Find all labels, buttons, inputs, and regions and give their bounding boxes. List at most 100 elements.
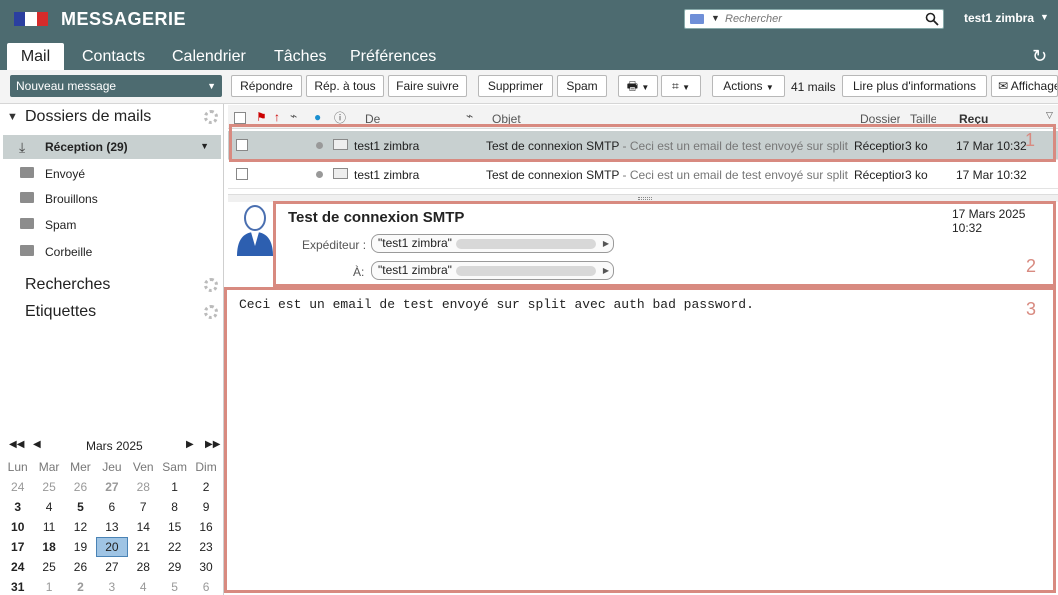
- sidebar-item-sent[interactable]: Envoyé: [20, 164, 220, 184]
- priority-icon[interactable]: ↑: [274, 110, 280, 124]
- calendar-day[interactable]: 24: [2, 557, 33, 577]
- calendar-day[interactable]: 6: [96, 497, 127, 517]
- calendar-day[interactable]: 17: [2, 537, 33, 557]
- attachment-column-icon[interactable]: ⌁: [290, 109, 297, 123]
- sidebar-item-spam[interactable]: Spam: [20, 215, 220, 235]
- tab-preferences[interactable]: Préférences: [350, 46, 436, 70]
- from-address-bubble[interactable]: "test1 zimbra" ▶: [371, 234, 614, 253]
- calendar-day[interactable]: 6: [190, 577, 221, 595]
- calendar-day[interactable]: 27: [96, 477, 127, 497]
- calendar-day[interactable]: 27: [96, 557, 127, 577]
- calendar-day[interactable]: 28: [128, 557, 159, 577]
- display-button[interactable]: ✉ Affichage: [991, 75, 1058, 97]
- gear-icon[interactable]: [204, 305, 218, 319]
- calendar-day[interactable]: 1: [33, 577, 64, 595]
- calendar-day[interactable]: 1: [159, 477, 190, 497]
- print-button[interactable]: 🖶 ▼: [618, 75, 658, 97]
- calendar-day[interactable]: 15: [159, 517, 190, 537]
- calendar-day[interactable]: 2: [65, 577, 96, 595]
- sort-chevron-down-icon[interactable]: ▽: [1046, 110, 1053, 121]
- calendar-day[interactable]: 7: [128, 497, 159, 517]
- next-year-icon[interactable]: ▶▶: [205, 439, 220, 450]
- calendar-day[interactable]: 21: [128, 537, 159, 557]
- tab-mail[interactable]: Mail: [7, 43, 64, 70]
- to-address-bubble[interactable]: "test1 zimbra" ▶: [371, 261, 614, 280]
- forward-button[interactable]: Faire suivre: [388, 75, 467, 97]
- sidebar-item-drafts[interactable]: Brouillons: [20, 189, 220, 209]
- user-menu[interactable]: test1 zimbra: [964, 11, 1034, 25]
- calendar-day[interactable]: 24: [2, 477, 33, 497]
- tab-calendar[interactable]: Calendrier: [172, 46, 246, 70]
- calendar-day[interactable]: 2: [190, 477, 221, 497]
- new-message-button[interactable]: Nouveau message ▼: [10, 75, 222, 97]
- reply-all-button[interactable]: Rép. à tous: [306, 75, 384, 97]
- next-month-icon[interactable]: ▶: [186, 439, 194, 450]
- tags-header[interactable]: Etiquettes: [25, 303, 96, 321]
- calendar-day[interactable]: 28: [128, 477, 159, 497]
- paperclip-icon[interactable]: ⌁: [466, 109, 473, 123]
- calendar-day[interactable]: 10: [2, 517, 33, 537]
- calendar-day[interactable]: 16: [190, 517, 221, 537]
- table-row[interactable]: test1 zimbra Test de connexion SMTP - Ce…: [228, 131, 1058, 160]
- envelope-icon[interactable]: [690, 14, 704, 24]
- searches-header[interactable]: Recherches: [25, 276, 110, 294]
- calendar-day[interactable]: 29: [159, 557, 190, 577]
- calendar-day[interactable]: 8: [159, 497, 190, 517]
- row-checkbox[interactable]: [236, 168, 248, 180]
- calendar-day[interactable]: 11: [33, 517, 64, 537]
- calendar-day[interactable]: 3: [96, 577, 127, 595]
- calendar-day[interactable]: 30: [190, 557, 221, 577]
- column-from[interactable]: De: [365, 112, 380, 126]
- calendar-day[interactable]: 5: [159, 577, 190, 595]
- sidebar-item-trash[interactable]: Corbeille: [20, 242, 220, 262]
- calendar-day[interactable]: 12: [65, 517, 96, 537]
- inbox-chevron-down-icon[interactable]: ▼: [200, 141, 209, 151]
- calendar-day[interactable]: 19: [65, 537, 96, 557]
- read-status-dot-icon[interactable]: [316, 171, 323, 178]
- tab-tasks[interactable]: Tâches: [274, 46, 326, 70]
- calendar-day[interactable]: 26: [65, 477, 96, 497]
- read-status-dot-icon[interactable]: [316, 142, 323, 149]
- calendar-day[interactable]: 23: [190, 537, 221, 557]
- delete-button[interactable]: Supprimer: [478, 75, 553, 97]
- calendar-day[interactable]: 3: [2, 497, 33, 517]
- column-subject[interactable]: Objet: [492, 112, 521, 126]
- column-folder[interactable]: Dossier: [860, 112, 900, 126]
- column-size[interactable]: Taille: [910, 112, 936, 126]
- gear-icon[interactable]: [204, 278, 218, 292]
- search-box[interactable]: ▼: [684, 9, 944, 29]
- chevron-right-icon[interactable]: ▶: [603, 262, 609, 279]
- flag-icon[interactable]: ⚑: [256, 110, 267, 124]
- calendar-day[interactable]: 31: [2, 577, 33, 595]
- select-all-checkbox[interactable]: [234, 112, 246, 124]
- user-chevron-down-icon[interactable]: ▼: [1040, 12, 1049, 22]
- prev-month-icon[interactable]: ◀: [33, 439, 41, 450]
- reply-button[interactable]: Répondre: [231, 75, 302, 97]
- mail-folders-header[interactable]: Dossiers de mails: [25, 108, 151, 126]
- calendar-day[interactable]: 9: [190, 497, 221, 517]
- splitter-grip-icon[interactable]: [638, 197, 652, 200]
- calendar-day[interactable]: 22: [159, 537, 190, 557]
- calendar-day[interactable]: 25: [33, 557, 64, 577]
- column-received[interactable]: Reçu: [959, 112, 988, 126]
- chevron-right-icon[interactable]: ▶: [603, 235, 609, 252]
- table-row[interactable]: test1 zimbra Test de connexion SMTP - Ce…: [228, 160, 1058, 189]
- calendar-day[interactable]: 4: [33, 497, 64, 517]
- collapse-triangle-icon[interactable]: ▼: [7, 111, 18, 123]
- calendar-day[interactable]: 26: [65, 557, 96, 577]
- refresh-icon[interactable]: ↻: [1032, 46, 1047, 67]
- calendar-day[interactable]: 13: [96, 517, 127, 537]
- row-checkbox[interactable]: [236, 139, 248, 151]
- calendar-day[interactable]: 5: [65, 497, 96, 517]
- search-icon[interactable]: [925, 12, 939, 26]
- new-message-chevron-down-icon[interactable]: ▼: [207, 75, 216, 97]
- tab-contacts[interactable]: Contacts: [82, 46, 145, 70]
- prev-year-icon[interactable]: ◀◀: [9, 439, 24, 450]
- unread-dot-icon[interactable]: ●: [314, 110, 321, 124]
- more-info-button[interactable]: Lire plus d'informations: [842, 75, 987, 97]
- actions-button[interactable]: Actions ▼: [712, 75, 785, 97]
- sidebar-item-inbox[interactable]: ⤓ Réception (29) ▼: [3, 135, 221, 159]
- search-input[interactable]: [725, 11, 915, 27]
- gear-icon[interactable]: [204, 110, 218, 124]
- tag-button[interactable]: ⌗ ▼: [661, 75, 701, 97]
